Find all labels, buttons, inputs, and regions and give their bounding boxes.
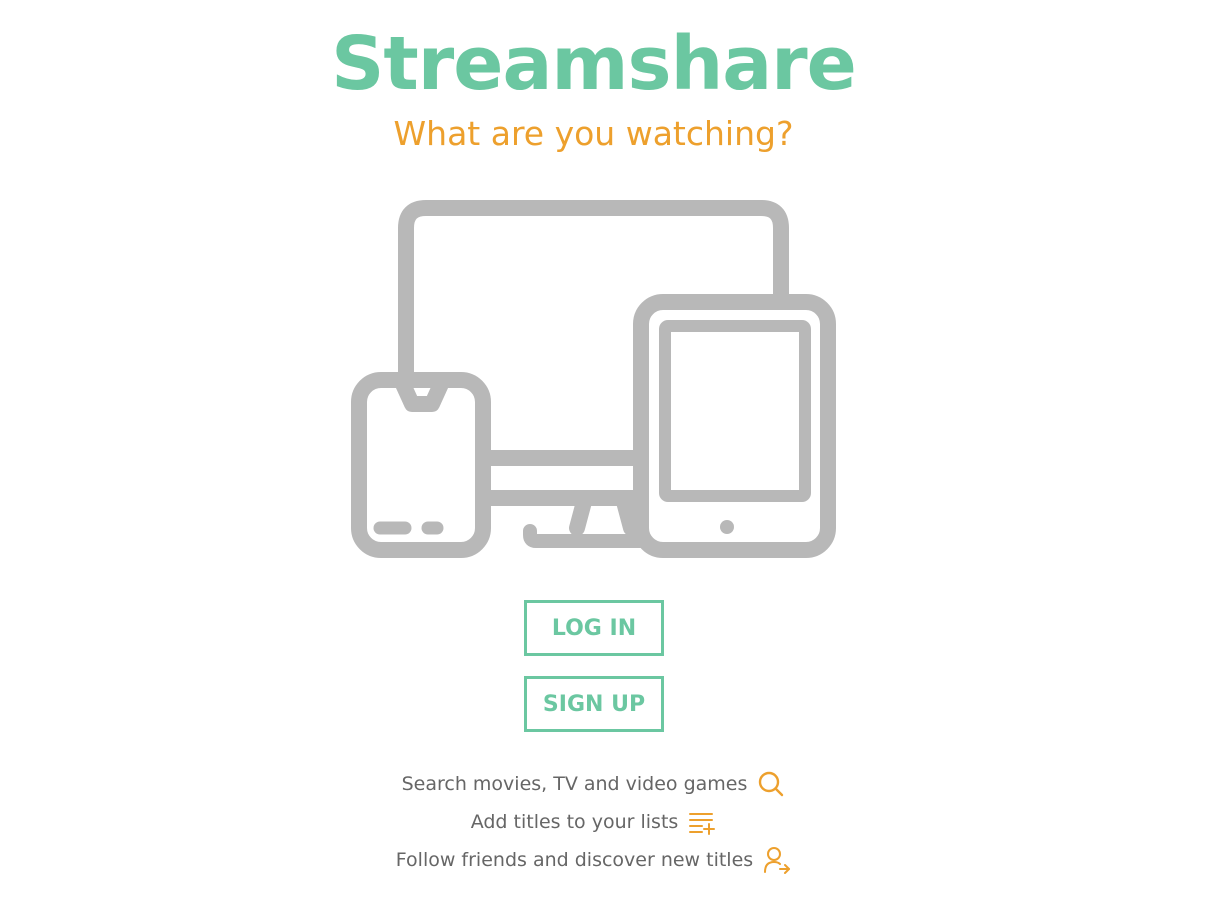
feature-follow: Follow friends and discover new titles bbox=[0, 845, 1187, 875]
tagline: What are you watching? bbox=[393, 114, 794, 153]
user-follow-icon bbox=[764, 847, 791, 874]
feature-text: Add titles to your lists bbox=[470, 811, 679, 833]
feature-search: Search movies, TV and video games bbox=[0, 769, 1187, 799]
feature-text: Search movies, TV and video games bbox=[401, 773, 748, 795]
playlist-add-icon bbox=[689, 813, 716, 835]
search-icon bbox=[759, 771, 784, 797]
signup-button[interactable]: SIGN UP bbox=[524, 676, 664, 732]
devices-icon bbox=[351, 200, 836, 558]
feature-text: Follow friends and discover new titles bbox=[395, 849, 754, 871]
app-title: Streamshare bbox=[331, 21, 857, 107]
feature-lists: Add titles to your lists bbox=[0, 807, 1187, 837]
login-button[interactable]: LOG IN bbox=[524, 600, 664, 656]
